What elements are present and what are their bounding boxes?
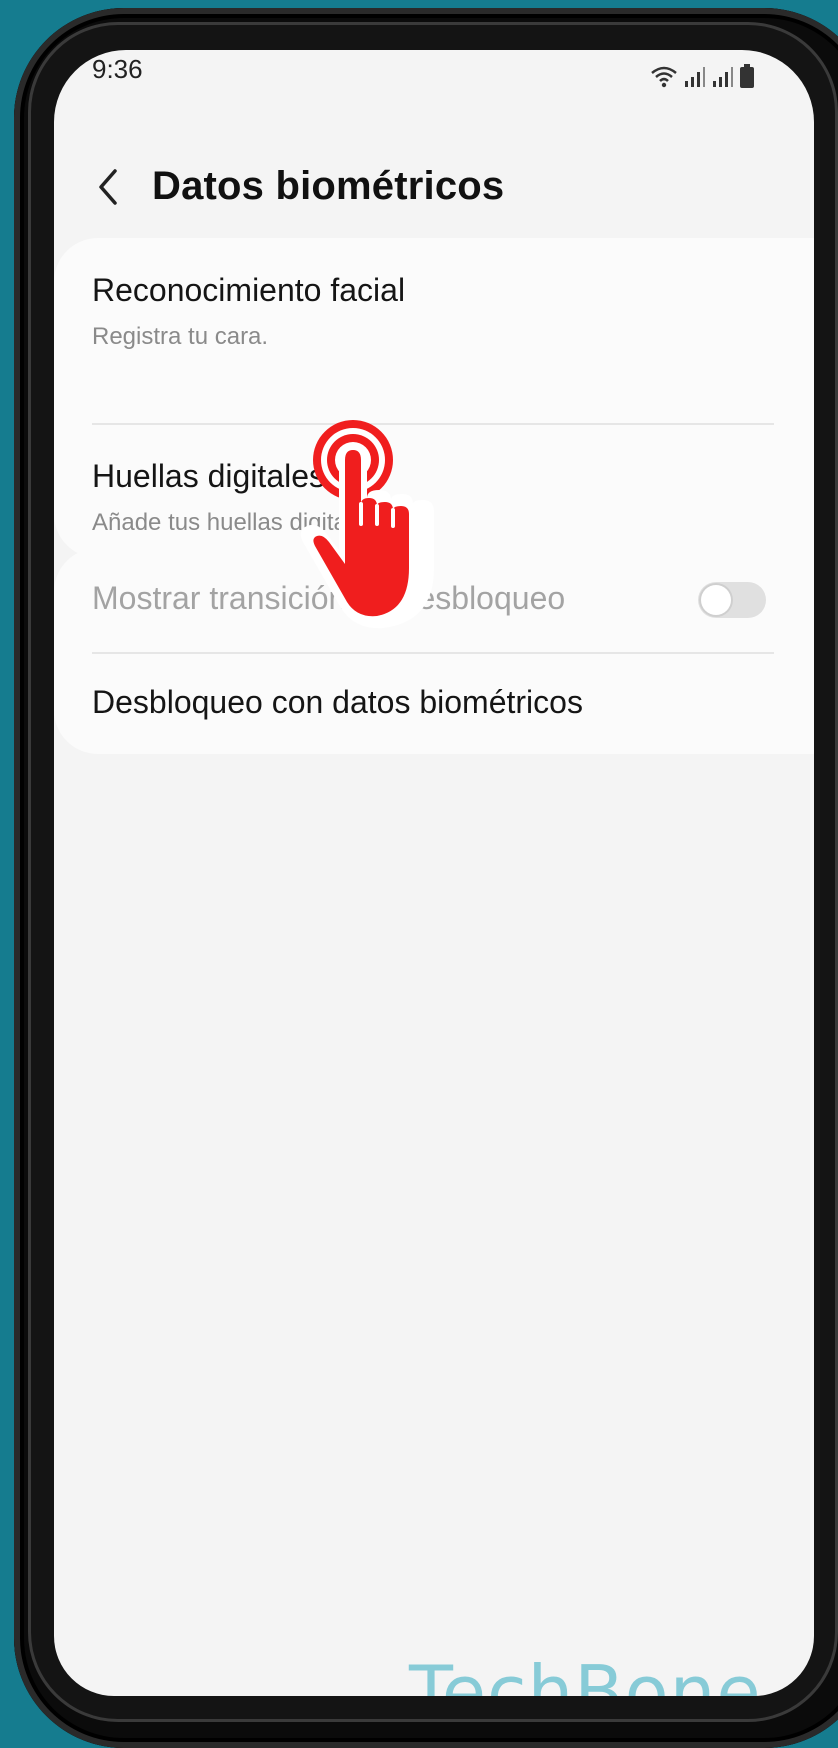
status-bar: 9:36 [54,50,814,110]
toggle-knob [701,585,731,615]
status-icons [650,58,754,88]
wifi-icon [651,66,677,88]
face-recognition-title: Reconocimiento facial [92,272,406,308]
divider [92,652,774,654]
chevron-left-icon [99,169,117,205]
phone-screen: 9:36 Datos biométricos Reconocimiento fa… [54,50,814,1696]
face-recognition-item[interactable]: Reconocimiento facial Registra tu cara. [92,272,794,351]
back-button[interactable] [88,162,128,212]
biometric-unlock-item[interactable]: Desbloqueo con datos biométricos [92,684,794,721]
app-header: Datos biométricos [54,150,814,230]
status-time: 9:36 [92,54,143,84]
face-recognition-subtitle: Registra tu cara. [92,323,269,350]
page-title: Datos biométricos [152,164,505,208]
signal-icon [713,67,733,87]
techbone-watermark: TechBone [409,1650,762,1696]
signal-icon [685,67,705,87]
unlock-transition-toggle[interactable] [698,582,766,618]
biometric-unlock-title: Desbloqueo con datos biométricos [92,684,583,720]
tap-hand-icon [300,420,434,629]
battery-icon [740,64,754,88]
